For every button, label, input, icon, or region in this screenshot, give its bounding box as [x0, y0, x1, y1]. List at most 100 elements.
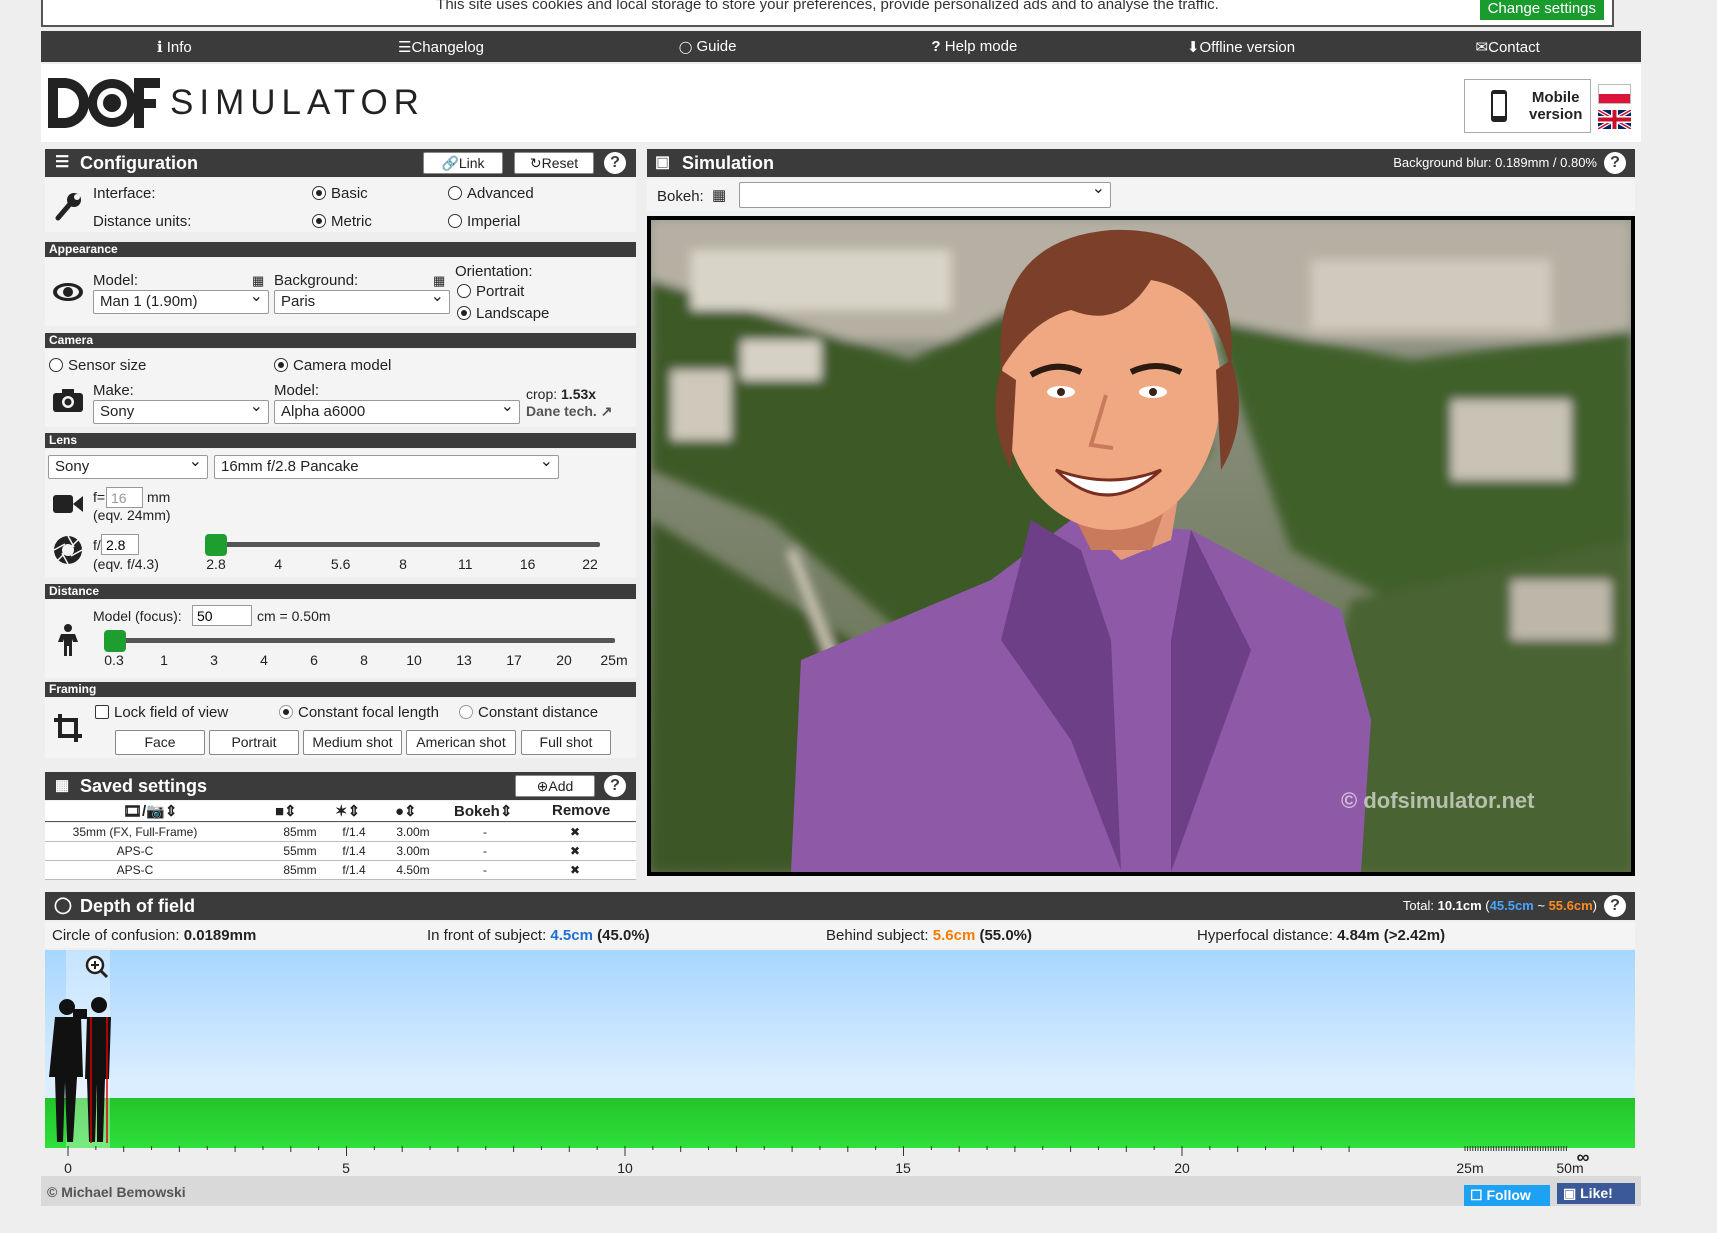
landscape-radio[interactable]: Landscape: [457, 305, 549, 322]
units-metric-radio[interactable]: Metric: [312, 213, 372, 230]
aperture-tick: 4: [274, 556, 283, 572]
medium-shot-button[interactable]: Medium shot: [303, 730, 402, 755]
reset-button[interactable]: ↻Reset: [514, 152, 594, 174]
focus-unit: cm = 0.50m: [257, 608, 331, 624]
lens-select[interactable]: 16mm f/2.8 Pancake: [214, 451, 559, 479]
sensor-size-radio[interactable]: Sensor size: [49, 357, 146, 374]
blur-info: Background blur: 0.189mm / 0.80%: [1393, 149, 1597, 177]
config-help-icon[interactable]: ?: [604, 152, 626, 174]
saved-row[interactable]: 35mm (FX, Full-Frame) 85mm f/1.4 3.00m - ✖: [45, 823, 636, 842]
background-select[interactable]: Paris: [274, 286, 450, 314]
interface-basic-radio[interactable]: Basic: [312, 185, 368, 202]
radio-icon: [448, 186, 462, 200]
model-label: Model:: [93, 272, 139, 289]
ruler-label: 10: [617, 1160, 633, 1176]
top-navbar: ℹ Info ☰Changelog ◯ Guide ? Help mode ⬇O…: [41, 31, 1641, 62]
distance-slider-thumb[interactable]: [104, 630, 126, 652]
mobile-version-button[interactable]: Mobile version: [1464, 79, 1591, 133]
facebook-like-button[interactable]: ▣ Like!: [1557, 1183, 1635, 1204]
saved-table-header: 🎞/📷⇕ ■⇕ ✶⇕ ●⇕ Bokeh⇕ Remove: [45, 801, 636, 822]
grid-icon[interactable]: ▦: [712, 186, 726, 204]
aperture-slider[interactable]: 2.8 4 5.6 8 11 16 22: [205, 533, 605, 575]
focal-sort-icon[interactable]: ■⇕: [275, 802, 297, 820]
model-select[interactable]: Man 1 (1.90m): [93, 286, 269, 314]
crop-label: crop:: [526, 386, 558, 402]
logo-text: SIMULATOR: [170, 83, 425, 122]
aperture-tick: 22: [582, 556, 598, 572]
constant-distance-radio[interactable]: Constant distance: [459, 704, 598, 721]
radio-icon: [457, 284, 471, 298]
saved-cell-aperture: f/1.4: [342, 844, 366, 858]
camera-header: Camera: [45, 333, 636, 348]
polish-flag-icon[interactable]: [1598, 84, 1631, 104]
remove-icon[interactable]: ✖: [565, 825, 585, 839]
follow-label: Follow: [1486, 1187, 1531, 1203]
nav-help-mode[interactable]: ? Help mode: [841, 38, 1108, 55]
change-settings-button[interactable]: Change settings: [1479, 0, 1604, 20]
zoom-in-icon[interactable]: [85, 955, 109, 984]
focus-label: Model (focus):: [93, 608, 182, 624]
nav-contact[interactable]: ✉Contact: [1374, 38, 1641, 56]
mobile-line2: version: [1529, 106, 1583, 123]
aperture-slider-thumb[interactable]: [205, 534, 227, 556]
sensor-camera-sort-icon[interactable]: 🎞/📷⇕: [123, 802, 177, 820]
remove-icon[interactable]: ✖: [565, 844, 585, 858]
grid-icon[interactable]: ▦: [433, 273, 445, 289]
nav-offline[interactable]: ⬇Offline version: [1108, 38, 1375, 56]
grid-icon[interactable]: ▦: [252, 273, 264, 289]
aperture-tick: 11: [458, 556, 473, 572]
link-button[interactable]: 🔗Link: [423, 152, 503, 174]
bokeh-column[interactable]: Bokeh⇕: [454, 802, 512, 820]
simulation-viewport[interactable]: © dofsimulator.net: [647, 216, 1635, 876]
add-label: Add: [548, 778, 574, 794]
nav-changelog[interactable]: ☰Changelog: [308, 38, 575, 56]
focus-distance-input[interactable]: [192, 605, 252, 626]
distance-header: Distance: [45, 584, 636, 599]
distance-sort-icon[interactable]: ●⇕: [395, 802, 417, 820]
face-button[interactable]: Face: [115, 730, 205, 755]
front-value: 4.5cm: [550, 927, 593, 944]
logo[interactable]: [48, 74, 160, 132]
twitter-icon: ☐: [1470, 1187, 1483, 1203]
cookie-bar: This site uses cookies and local storage…: [41, 0, 1614, 27]
portrait-button[interactable]: Portrait: [209, 730, 299, 755]
focal-input[interactable]: [106, 487, 143, 508]
lens-make-select[interactable]: Sony: [48, 451, 208, 479]
uk-flag-icon[interactable]: [1598, 110, 1631, 129]
hyper-label: Hyperfocal distance:: [1197, 927, 1333, 944]
saved-cell-focal: 85mm: [283, 825, 317, 839]
portrait-radio[interactable]: Portrait: [457, 283, 524, 300]
constant-focal-radio[interactable]: Constant focal length: [279, 704, 439, 721]
distance-slider[interactable]: 0.3 1 3 4 6 8 10 13 17 20 25m: [104, 630, 634, 674]
radio-icon: [457, 306, 471, 320]
radio-icon: [459, 705, 473, 719]
nav-guide[interactable]: ◯ Guide: [574, 38, 841, 55]
ruler-label: 0: [64, 1160, 72, 1176]
lock-fov-checkbox[interactable]: Lock field of view: [95, 704, 228, 721]
saved-row[interactable]: APS-C 85mm f/1.4 4.50m - ✖: [45, 861, 636, 880]
units-imperial-radio[interactable]: Imperial: [448, 213, 520, 230]
remove-icon[interactable]: ✖: [565, 863, 585, 877]
dof-help-icon[interactable]: ?: [1604, 895, 1626, 917]
aperture-input[interactable]: [101, 534, 139, 555]
aperture-sort-icon[interactable]: ✶⇕: [335, 802, 360, 820]
nav-info[interactable]: ℹ Info: [41, 38, 308, 56]
camera-model-radio[interactable]: Camera model: [274, 357, 391, 374]
bokeh-select[interactable]: [739, 178, 1111, 208]
saved-help-icon[interactable]: ?: [604, 775, 626, 797]
twitter-follow-button[interactable]: ☐ Follow: [1464, 1185, 1550, 1206]
saved-row[interactable]: APS-C 55mm f/1.4 3.00m - ✖: [45, 842, 636, 861]
add-saved-button[interactable]: ⊕Add: [515, 775, 595, 797]
simulation-help-icon[interactable]: ?: [1604, 152, 1626, 174]
camera-make-select[interactable]: Sony: [93, 396, 269, 424]
aperture-track: [215, 542, 600, 547]
nav-label: Changelog: [411, 38, 485, 56]
dane-tech-link[interactable]: Dane tech. ↗: [526, 403, 612, 420]
ruler-label: 25m: [1456, 1160, 1484, 1176]
dof-total: Total: 10.1cm (45.5cm ~ 55.6cm): [1402, 898, 1597, 913]
american-shot-button[interactable]: American shot: [406, 730, 516, 755]
camera-model-select[interactable]: Alpha a6000: [274, 396, 520, 424]
full-shot-button[interactable]: Full shot: [521, 730, 611, 755]
lightbulb-icon: ◯: [678, 40, 693, 54]
interface-advanced-radio[interactable]: Advanced: [448, 185, 534, 202]
